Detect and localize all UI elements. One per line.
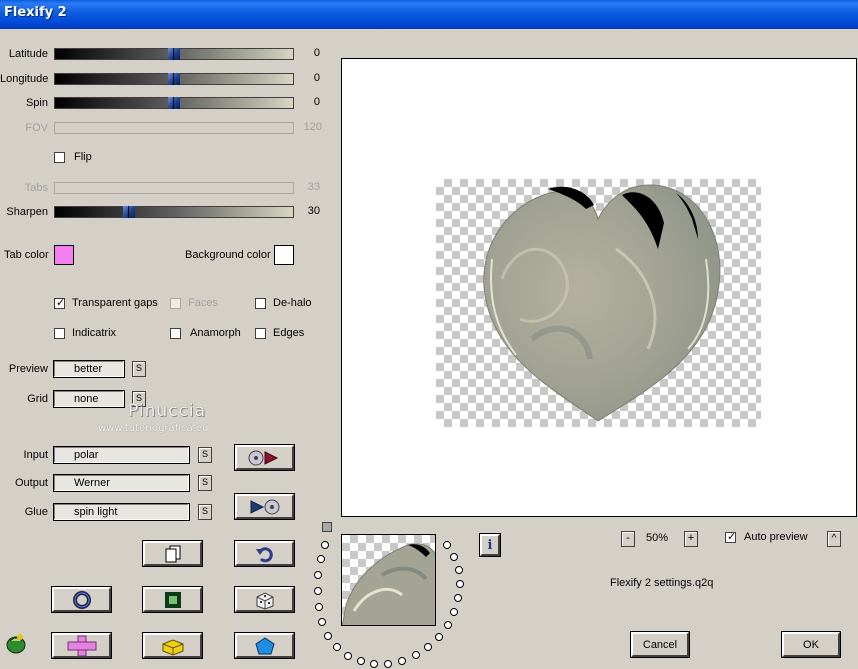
yellow-brick-icon [162,638,183,656]
grid-label: Grid [27,393,48,405]
latitude-slider[interactable] [54,48,294,60]
transparent-gaps-label: Transparent gaps [72,297,158,309]
check-mark-icon: ✓ [727,531,737,543]
fov-value: 120 [303,121,322,133]
faces-label: Faces [188,297,218,309]
main-preview[interactable] [341,58,857,517]
latitude-label: Latitude [8,48,48,60]
dice-icon [256,591,273,610]
dialog-client: Latitude 0 Longitude 0 Spin 0 FOV 120 Fl… [0,29,858,669]
glue-s-button[interactable]: S [198,504,212,520]
de-halo-label: De-halo [273,297,312,309]
fov-slider [54,122,294,134]
edges-checkbox[interactable] [255,328,266,339]
flip-checkbox[interactable] [54,152,65,163]
glue-field[interactable]: spin light [53,503,190,521]
tab-color-label: Tab color [4,249,49,261]
plus-shape-button[interactable] [51,632,112,659]
latitude-value: 0 [313,47,320,59]
input-label: Input [23,449,48,461]
grid-field[interactable]: none [53,390,125,408]
input-projection-field[interactable]: polar [53,446,190,464]
cancel-button[interactable]: Cancel [630,631,690,658]
sharpen-thumb[interactable] [123,206,135,218]
info-button[interactable]: i [479,533,501,557]
preview-quality-field[interactable]: better [53,360,125,378]
heart-preview-image [483,184,721,422]
copy-page-icon [165,545,180,562]
navigator-thumbnail[interactable] [341,534,436,626]
ring-button[interactable] [51,586,112,613]
sharpen-label: Sharpen [6,206,48,218]
tabs-value: 33 [307,181,320,193]
arrow-to-disc-icon [250,499,279,514]
faces-checkbox [170,298,181,309]
tabs-label: Tabs [24,182,48,194]
tabs-slider [54,182,294,194]
undo-button[interactable] [234,540,295,567]
input-s-button[interactable]: S [198,447,212,463]
longitude-thumb[interactable] [168,73,180,85]
ok-button[interactable]: OK [781,631,841,658]
longitude-label: Longitude [0,73,49,85]
sharpen-value: 30 [307,205,320,217]
preview-transparent-canvas [436,179,761,427]
spin-label: Spin [25,97,48,109]
output-s-button[interactable]: S [198,475,212,491]
anamorph-checkbox[interactable] [170,328,181,339]
zoom-in-button[interactable]: + [684,531,698,547]
de-halo-checkbox[interactable] [255,298,266,309]
edges-label: Edges [273,327,305,339]
brick-button[interactable] [142,632,203,659]
heart-thumbnail-image [342,543,435,625]
transparent-gaps-checkbox[interactable]: ✓ [54,297,66,309]
flip-label: Flip [74,151,92,163]
longitude-slider[interactable] [54,73,294,85]
output-label: Output [14,477,48,489]
spin-value: 0 [313,96,320,108]
auto-preview-checkbox[interactable]: ✓ [725,531,737,543]
anamorph-label: Anamorph [190,327,241,339]
preview-label: Preview [8,363,48,375]
indicatrix-label: Indicatrix [72,327,117,339]
undo-arrow-icon [255,546,273,562]
zoom-value: 50% [646,532,669,544]
settings-file-name: Flexify 2 settings.q2q [610,577,714,589]
watermark-url: www.tutoriografica.eu [98,423,209,434]
auto-preview-label: Auto preview [744,531,808,543]
sharpen-slider[interactable] [54,206,294,218]
pink-cross-icon [67,635,96,656]
copy-button[interactable] [142,540,203,567]
pentagon-button[interactable] [234,632,295,659]
background-color-label: Background color [185,249,271,261]
ring-icon [72,590,91,609]
square-frame-button[interactable] [142,586,203,613]
collapse-up-button[interactable]: ^ [827,531,841,547]
tab-color-swatch[interactable] [54,245,74,265]
preview-s-button[interactable]: S [132,361,146,377]
indicatrix-checkbox[interactable] [54,328,65,339]
fov-label: FOV [25,122,48,134]
spin-thumb[interactable] [168,97,180,109]
zoom-out-button[interactable]: - [621,531,635,547]
disc-to-arrow-icon [248,450,278,465]
input-to-output-button[interactable] [234,444,295,471]
output-to-input-button[interactable] [234,493,295,520]
glue-label: Glue [24,506,48,518]
blue-pentagon-icon [254,636,275,654]
watermark-name: Pinuccia [128,401,206,421]
background-color-swatch[interactable] [274,245,294,265]
check-mark-icon: ✓ [56,297,66,309]
app-logo-icon [4,631,28,658]
window-title: Flexify 2 [4,5,67,20]
spin-slider[interactable] [54,97,294,109]
title-bar: Flexify 2 [0,0,858,29]
output-projection-field[interactable]: Werner [53,474,190,492]
green-square-icon [164,591,181,608]
info-icon: i [487,537,493,553]
latitude-thumb[interactable] [168,48,180,60]
random-button[interactable] [234,586,295,613]
longitude-value: 0 [313,72,320,84]
